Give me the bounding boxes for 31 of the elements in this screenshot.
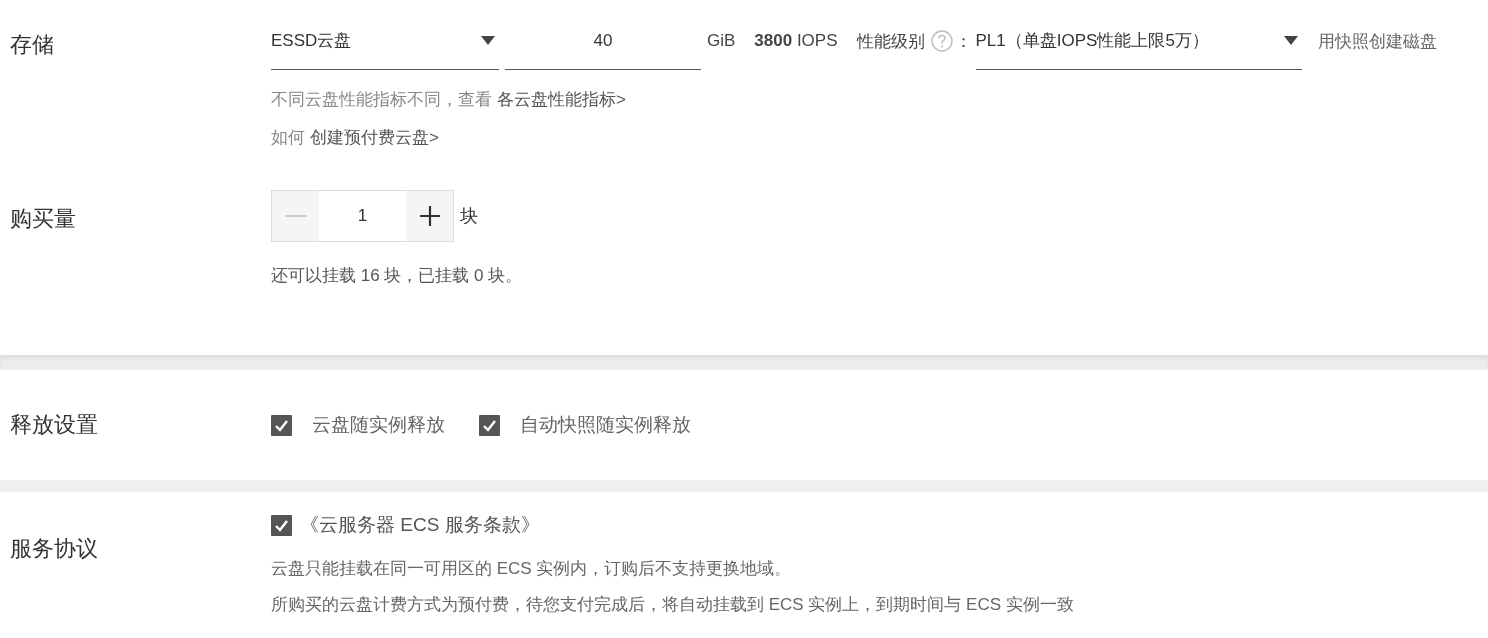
caret-icon <box>481 36 495 45</box>
checkbox[interactable] <box>271 514 292 536</box>
checkbox-label: 自动快照随实例释放 <box>520 413 691 437</box>
agreement-note: 云盘只能挂载在同一可用区的 ECS 实例内，订购后不支持更换地域。 <box>271 557 792 580</box>
unit-label: 块 <box>460 205 478 228</box>
agreement-link[interactable]: 《云服务器 ECS 服务条款》 <box>300 512 540 538</box>
hint-link[interactable]: 各云盘性能指标> <box>497 87 626 111</box>
hint-text: 不同云盘性能指标不同，查看 <box>271 88 492 111</box>
plus-icon <box>418 205 441 227</box>
hint-text: 如何 <box>271 126 305 149</box>
checkbox[interactable] <box>479 414 500 436</box>
hint-link[interactable]: 创建预付费云盘> <box>310 125 439 149</box>
field-label: 释放设置 <box>10 412 98 437</box>
checkbox[interactable] <box>271 414 292 436</box>
checkbox-label: 云盘随实例释放 <box>312 413 445 437</box>
quantity-note: 还可以挂载 16 块，已挂载 0 块。 <box>271 265 524 287</box>
increment-button[interactable] <box>406 191 453 241</box>
performance-level-select[interactable]: PL1（单盘IOPS性能上限5万） <box>975 18 1302 70</box>
minus-icon <box>284 215 307 217</box>
disk-type-select[interactable]: ESSD云盘 <box>271 18 499 70</box>
caret-icon <box>1283 36 1298 45</box>
agreement-note: 所购买的云盘计费方式为预付费，待您支付完成后，将自动挂载到 ECS 实例上，到期时间与 ECS 实例一致 <box>271 593 1074 616</box>
quantity-stepper[interactable]: 1 <box>271 190 454 242</box>
iops-value: 3800 IOPS <box>754 31 838 52</box>
field-label: 购买量 <box>10 206 76 231</box>
unit-label: GiB <box>707 31 736 52</box>
performance-label: 性能级别 <box>856 30 925 53</box>
snapshot-link[interactable]: 用快照创建磁盘 <box>1317 29 1437 59</box>
colon: ： <box>954 30 972 53</box>
field-label: 服务协议 <box>10 536 98 561</box>
field-label: 存储 <box>10 32 54 57</box>
